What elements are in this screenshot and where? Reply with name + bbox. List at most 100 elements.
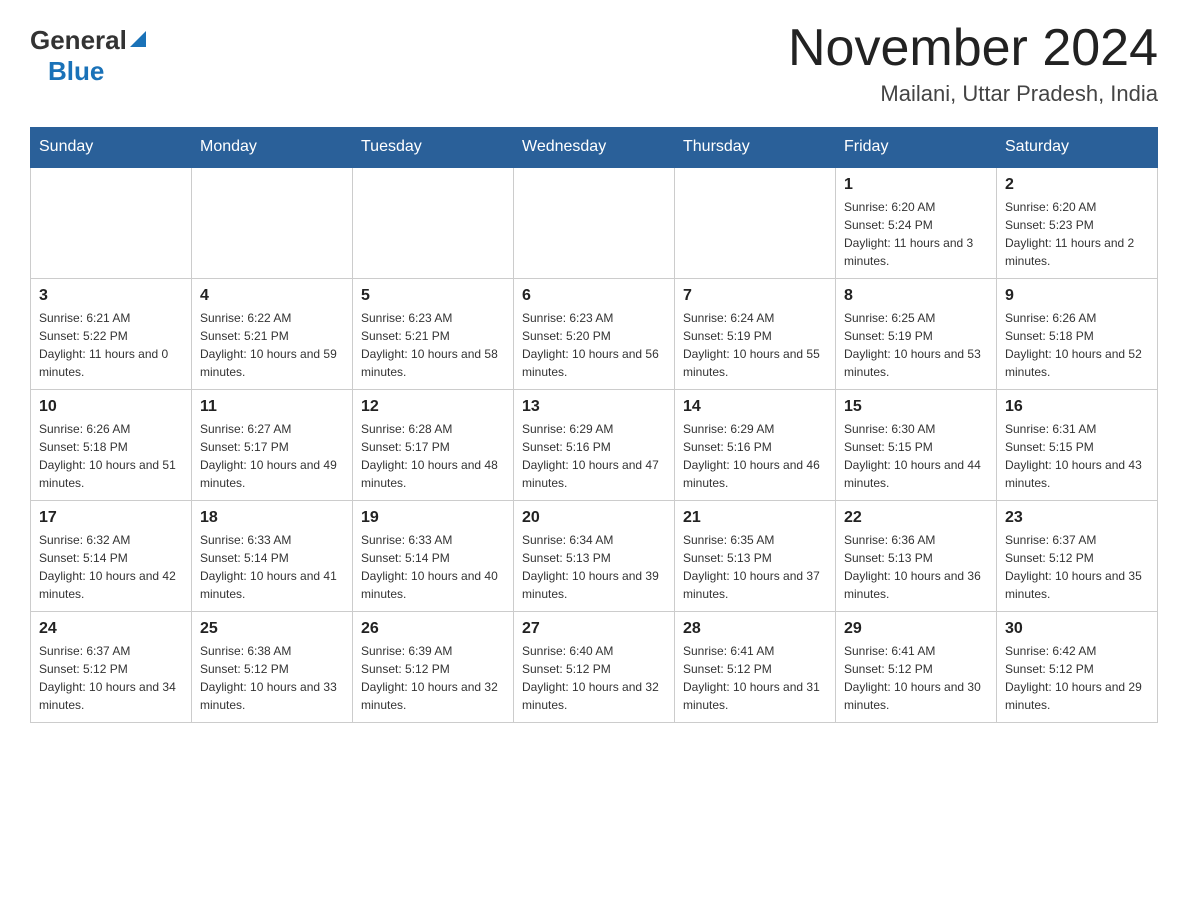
day-number: 16 [1005, 398, 1149, 416]
day-number: 27 [522, 620, 666, 638]
day-number: 1 [844, 176, 988, 194]
calendar-cell: 29 Sunrise: 6:41 AMSunset: 5:12 PMDayligh… [836, 612, 997, 723]
calendar-cell: 3 Sunrise: 6:21 AMSunset: 5:22 PMDaylight… [31, 279, 192, 390]
calendar-cell: 9 Sunrise: 6:26 AMSunset: 5:18 PMDaylight… [997, 279, 1158, 390]
title-block: November 2024 Mailani, Uttar Pradesh, In… [788, 20, 1158, 107]
calendar-cell: 18 Sunrise: 6:33 AMSunset: 5:14 PMDayligh… [192, 501, 353, 612]
day-info: Sunrise: 6:22 AMSunset: 5:21 PMDaylight:… [200, 309, 344, 381]
calendar-title: November 2024 [788, 20, 1158, 77]
calendar-cell [675, 167, 836, 279]
calendar-cell: 22 Sunrise: 6:36 AMSunset: 5:13 PMDayligh… [836, 501, 997, 612]
calendar-cell: 5 Sunrise: 6:23 AMSunset: 5:21 PMDaylight… [353, 279, 514, 390]
calendar-cell: 23Sunrise: 6:37 AMSunset: 5:12 PMDayligh… [997, 501, 1158, 612]
day-number: 3 [39, 287, 183, 305]
day-number: 11 [200, 398, 344, 416]
calendar-cell [31, 167, 192, 279]
calendar-cell: 19 Sunrise: 6:33 AMSunset: 5:14 PMDayligh… [353, 501, 514, 612]
calendar-week-5: 24 Sunrise: 6:37 AMSunset: 5:12 PMDayligh… [31, 612, 1158, 723]
calendar-cell: 27 Sunrise: 6:40 AMSunset: 5:12 PMDayligh… [514, 612, 675, 723]
calendar-table: SundayMondayTuesdayWednesdayThursdayFrid… [30, 127, 1158, 723]
calendar-week-3: 10 Sunrise: 6:26 AMSunset: 5:18 PMDayligh… [31, 390, 1158, 501]
day-number: 14 [683, 398, 827, 416]
day-number: 10 [39, 398, 183, 416]
calendar-cell: 15 Sunrise: 6:30 AMSunset: 5:15 PMDayligh… [836, 390, 997, 501]
day-number: 30 [1005, 620, 1149, 638]
weekday-header-friday: Friday [836, 128, 997, 168]
day-info: Sunrise: 6:32 AMSunset: 5:14 PMDaylight:… [39, 531, 183, 603]
calendar-cell: 25 Sunrise: 6:38 AMSunset: 5:12 PMDayligh… [192, 612, 353, 723]
calendar-cell: 4 Sunrise: 6:22 AMSunset: 5:21 PMDaylight… [192, 279, 353, 390]
day-info: Sunrise: 6:34 AMSunset: 5:13 PMDaylight:… [522, 531, 666, 603]
calendar-cell: 24 Sunrise: 6:37 AMSunset: 5:12 PMDayligh… [31, 612, 192, 723]
day-info: Sunrise: 6:36 AMSunset: 5:13 PMDaylight:… [844, 531, 988, 603]
logo-triangle-icon [130, 31, 146, 52]
day-info: Sunrise: 6:42 AMSunset: 5:12 PMDaylight:… [1005, 642, 1149, 714]
logo-general-text: General [30, 25, 127, 56]
day-info: Sunrise: 6:39 AMSunset: 5:12 PMDaylight:… [361, 642, 505, 714]
day-info: Sunrise: 6:23 AMSunset: 5:20 PMDaylight:… [522, 309, 666, 381]
day-info: Sunrise: 6:20 AMSunset: 5:24 PMDaylight:… [844, 198, 988, 270]
day-number: 7 [683, 287, 827, 305]
weekday-header-saturday: Saturday [997, 128, 1158, 168]
day-number: 25 [200, 620, 344, 638]
day-number: 26 [361, 620, 505, 638]
day-info: Sunrise: 6:41 AMSunset: 5:12 PMDaylight:… [844, 642, 988, 714]
day-info: Sunrise: 6:23 AMSunset: 5:21 PMDaylight:… [361, 309, 505, 381]
calendar-cell: 6 Sunrise: 6:23 AMSunset: 5:20 PMDaylight… [514, 279, 675, 390]
day-number: 9 [1005, 287, 1149, 305]
calendar-cell: 11Sunrise: 6:27 AMSunset: 5:17 PMDayligh… [192, 390, 353, 501]
day-number: 18 [200, 509, 344, 527]
calendar-cell: 8 Sunrise: 6:25 AMSunset: 5:19 PMDaylight… [836, 279, 997, 390]
weekday-header-wednesday: Wednesday [514, 128, 675, 168]
weekday-header-monday: Monday [192, 128, 353, 168]
calendar-cell: 1 Sunrise: 6:20 AMSunset: 5:24 PMDaylight… [836, 167, 997, 279]
day-info: Sunrise: 6:29 AMSunset: 5:16 PMDaylight:… [522, 420, 666, 492]
calendar-cell: 17Sunrise: 6:32 AMSunset: 5:14 PMDayligh… [31, 501, 192, 612]
calendar-cell: 30 Sunrise: 6:42 AMSunset: 5:12 PMDayligh… [997, 612, 1158, 723]
logo-blue-text: Blue [48, 56, 104, 86]
day-info: Sunrise: 6:33 AMSunset: 5:14 PMDaylight:… [200, 531, 344, 603]
calendar-cell [353, 167, 514, 279]
day-info: Sunrise: 6:25 AMSunset: 5:19 PMDaylight:… [844, 309, 988, 381]
day-number: 4 [200, 287, 344, 305]
day-number: 15 [844, 398, 988, 416]
day-number: 21 [683, 509, 827, 527]
calendar-cell: 26 Sunrise: 6:39 AMSunset: 5:12 PMDayligh… [353, 612, 514, 723]
day-number: 28 [683, 620, 827, 638]
calendar-cell: 28Sunrise: 6:41 AMSunset: 5:12 PMDayligh… [675, 612, 836, 723]
weekday-header-sunday: Sunday [31, 128, 192, 168]
calendar-cell: 21 Sunrise: 6:35 AMSunset: 5:13 PMDayligh… [675, 501, 836, 612]
day-info: Sunrise: 6:38 AMSunset: 5:12 PMDaylight:… [200, 642, 344, 714]
day-number: 19 [361, 509, 505, 527]
calendar-week-2: 3 Sunrise: 6:21 AMSunset: 5:22 PMDaylight… [31, 279, 1158, 390]
day-number: 5 [361, 287, 505, 305]
day-info: Sunrise: 6:28 AMSunset: 5:17 PMDaylight:… [361, 420, 505, 492]
day-number: 20 [522, 509, 666, 527]
calendar-week-1: 1 Sunrise: 6:20 AMSunset: 5:24 PMDaylight… [31, 167, 1158, 279]
day-number: 23 [1005, 509, 1149, 527]
day-info: Sunrise: 6:30 AMSunset: 5:15 PMDaylight:… [844, 420, 988, 492]
day-info: Sunrise: 6:20 AMSunset: 5:23 PMDaylight:… [1005, 198, 1149, 270]
calendar-cell: 7Sunrise: 6:24 AMSunset: 5:19 PMDaylight… [675, 279, 836, 390]
day-info: Sunrise: 6:26 AMSunset: 5:18 PMDaylight:… [39, 420, 183, 492]
calendar-cell: 14Sunrise: 6:29 AMSunset: 5:16 PMDayligh… [675, 390, 836, 501]
logo: General Blue [30, 20, 146, 87]
day-number: 8 [844, 287, 988, 305]
day-number: 24 [39, 620, 183, 638]
day-info: Sunrise: 6:37 AMSunset: 5:12 PMDaylight:… [39, 642, 183, 714]
calendar-cell: 20 Sunrise: 6:34 AMSunset: 5:13 PMDayligh… [514, 501, 675, 612]
calendar-cell: 13 Sunrise: 6:29 AMSunset: 5:16 PMDayligh… [514, 390, 675, 501]
day-number: 29 [844, 620, 988, 638]
calendar-subtitle: Mailani, Uttar Pradesh, India [788, 81, 1158, 107]
day-info: Sunrise: 6:35 AMSunset: 5:13 PMDaylight:… [683, 531, 827, 603]
day-info: Sunrise: 6:33 AMSunset: 5:14 PMDaylight:… [361, 531, 505, 603]
day-number: 12 [361, 398, 505, 416]
day-number: 6 [522, 287, 666, 305]
day-info: Sunrise: 6:40 AMSunset: 5:12 PMDaylight:… [522, 642, 666, 714]
day-info: Sunrise: 6:21 AMSunset: 5:22 PMDaylight:… [39, 309, 183, 381]
day-number: 22 [844, 509, 988, 527]
calendar-week-4: 17Sunrise: 6:32 AMSunset: 5:14 PMDayligh… [31, 501, 1158, 612]
day-number: 13 [522, 398, 666, 416]
calendar-cell: 12 Sunrise: 6:28 AMSunset: 5:17 PMDayligh… [353, 390, 514, 501]
day-info: Sunrise: 6:26 AMSunset: 5:18 PMDaylight:… [1005, 309, 1149, 381]
